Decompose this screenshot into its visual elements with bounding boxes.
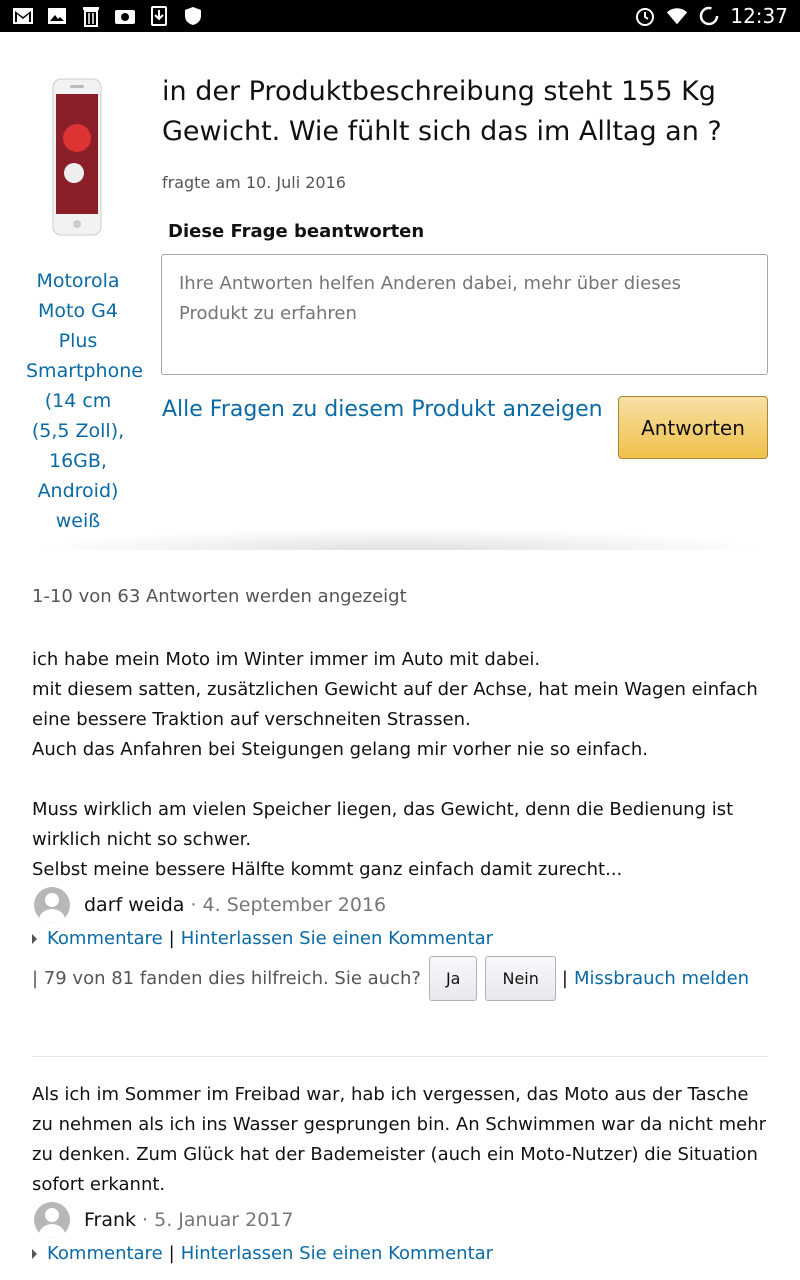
leave-comment-link[interactable]: Hinterlassen Sie einen Kommentar	[181, 928, 493, 949]
submit-answer-button[interactable]: Antworten	[618, 396, 768, 459]
answer-paragraph: Als ich im Sommer im Freibad war, hab ic…	[32, 1084, 767, 1195]
trash-icon	[80, 5, 102, 27]
separator: |	[168, 928, 175, 949]
answers-count: 1-10 von 63 Antworten werden angezeigt	[32, 586, 407, 607]
comments-row: Kommentare | Hinterlassen Sie einen Komm…	[32, 1243, 493, 1264]
answer-meta: darf weida · 4. September 2016	[34, 887, 386, 923]
status-bar: 12:37	[0, 0, 800, 32]
gmail-icon	[12, 5, 34, 27]
answer-heading: Diese Frage beantworten	[168, 221, 425, 242]
answer-paragraph: Muss wirklich am vielen Speicher liegen,…	[32, 799, 734, 850]
separator: |	[168, 1243, 175, 1264]
answer-date: · 4. September 2016	[190, 894, 387, 916]
download-icon	[148, 5, 170, 27]
radio-icon	[114, 5, 136, 27]
answer-input[interactable]	[161, 254, 768, 375]
helpful-row: | 79 von 81 fanden dies hilfreich. Sie a…	[32, 956, 749, 1001]
all-questions-link[interactable]: Alle Fragen zu diesem Produkt anzeigen	[162, 397, 603, 422]
sync-icon	[698, 5, 720, 27]
answer-text: ich habe mein Moto im Winter immer im Au…	[32, 645, 772, 885]
separator: |	[561, 968, 568, 989]
answer-date: · 5. Januar 2017	[142, 1209, 294, 1231]
clock-time: 12:37	[730, 4, 788, 28]
question-date: fragte am 10. Juli 2016	[162, 173, 346, 192]
answer-text: Als ich im Sommer im Freibad war, hab ic…	[32, 1080, 772, 1200]
avatar	[34, 887, 70, 923]
answer-paragraph: mit diesem satten, zusätzlichen Gewicht …	[32, 679, 758, 730]
report-abuse-link[interactable]: Missbrauch melden	[574, 968, 749, 989]
product-name-link[interactable]: Motorola Moto G4 Plus Smartphone (14 cm …	[26, 266, 143, 536]
leave-comment-link[interactable]: Hinterlassen Sie einen Kommentar	[181, 1243, 493, 1264]
answer-paragraph: Selbst meine bessere Hälfte kommt ganz e…	[32, 859, 623, 880]
author-name[interactable]: Frank	[84, 1209, 136, 1231]
answer-meta: Frank · 5. Januar 2017	[34, 1202, 293, 1238]
product-image[interactable]	[52, 78, 102, 236]
alarm-icon	[634, 5, 656, 27]
comments-link[interactable]: Kommentare	[47, 928, 163, 949]
avatar	[34, 1202, 70, 1238]
question-text: in der Produktbeschreibung steht 155 Kg …	[162, 76, 722, 147]
comments-link[interactable]: Kommentare	[47, 1243, 163, 1264]
vote-no-button[interactable]: Nein	[485, 956, 556, 1001]
comments-row: Kommentare | Hinterlassen Sie einen Komm…	[32, 928, 493, 949]
caret-right-icon	[32, 1248, 37, 1259]
photo-icon	[46, 5, 68, 27]
caret-right-icon	[32, 933, 37, 944]
helpful-text: | 79 von 81 fanden dies hilfreich. Sie a…	[32, 968, 421, 989]
author-name[interactable]: darf weida	[84, 894, 184, 916]
wifi-icon	[666, 5, 688, 27]
answer-divider	[32, 1056, 768, 1057]
answer-paragraph: ich habe mein Moto im Winter immer im Au…	[32, 649, 541, 670]
shield-icon	[182, 5, 204, 27]
answer-paragraph: Auch das Anfahren bei Steigungen gelang …	[32, 739, 648, 760]
section-divider	[30, 528, 770, 550]
vote-yes-button[interactable]: Ja	[428, 956, 478, 1001]
